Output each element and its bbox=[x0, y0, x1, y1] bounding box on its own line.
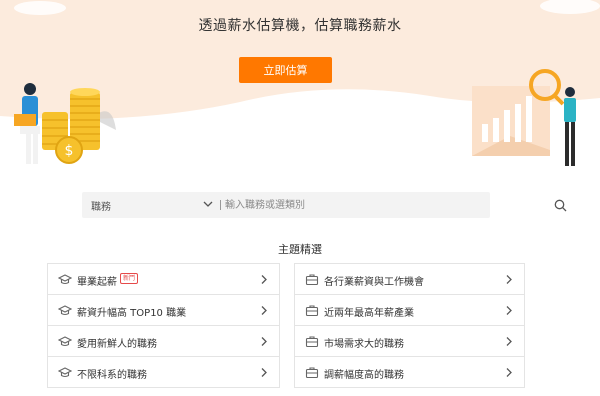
topic-label: 愛用新鮮人的職務 bbox=[77, 339, 157, 350]
chevron-right-icon bbox=[261, 337, 267, 346]
topic-label: 薪資升幅高 TOP10 職業 bbox=[77, 308, 187, 319]
topic-label: 近兩年最高年薪產業 bbox=[324, 308, 414, 319]
topic-label: 調薪幅度高的職務 bbox=[324, 370, 404, 381]
graduation-cap-icon bbox=[58, 274, 72, 285]
new-badge: 新鬥 bbox=[120, 273, 139, 284]
chevron-down-icon[interactable] bbox=[202, 198, 214, 210]
topic-item-fresh-graduate-jobs[interactable]: 愛用新鮮人的職務 bbox=[47, 325, 280, 357]
briefcase-icon bbox=[305, 274, 319, 286]
svg-text:$: $ bbox=[65, 143, 74, 159]
graduation-cap-icon bbox=[58, 336, 72, 347]
topic-label: 不限科系的職務 bbox=[77, 370, 147, 381]
job-search-input[interactable] bbox=[225, 196, 545, 214]
topic-item-industry-salary[interactable]: 各行業薪資與工作機會 bbox=[294, 263, 525, 295]
graduation-cap-icon bbox=[58, 367, 72, 378]
topic-item-graduate-salary[interactable]: 畢業起薪 新鬥 bbox=[47, 263, 280, 295]
topic-item-any-major-jobs[interactable]: 不限科系的職務 bbox=[47, 356, 280, 388]
chevron-right-icon bbox=[506, 368, 512, 377]
topic-item-top10-raise[interactable]: 薪資升幅高 TOP10 職業 bbox=[47, 294, 280, 326]
hero-title: 透過薪水估算機，估算職務薪水 bbox=[198, 18, 402, 34]
search-icon[interactable] bbox=[554, 199, 567, 212]
topic-item-top-annual-salary-industry[interactable]: 近兩年最高年薪產業 bbox=[294, 294, 525, 326]
topic-label: 各行業薪資與工作機會 bbox=[324, 277, 424, 288]
search-divider bbox=[220, 200, 221, 210]
graduation-cap-icon bbox=[58, 305, 72, 316]
topic-item-high-raise-jobs[interactable]: 調薪幅度高的職務 bbox=[294, 356, 525, 388]
job-search-bar: 職務 bbox=[82, 192, 567, 218]
hero-banner: $ 透過薪水估算機，估算職務薪水 立即估算 bbox=[0, 0, 600, 170]
topic-label: 市場需求大的職務 bbox=[324, 339, 404, 350]
chevron-right-icon bbox=[261, 368, 267, 377]
category-dropdown-label[interactable]: 職務 bbox=[91, 198, 111, 213]
briefcase-icon bbox=[305, 336, 319, 348]
briefcase-icon bbox=[305, 367, 319, 379]
briefcase-icon bbox=[305, 305, 319, 317]
topic-label: 畢業起薪 bbox=[77, 277, 117, 288]
chevron-right-icon bbox=[506, 275, 512, 284]
estimate-now-button[interactable]: 立即估算 bbox=[239, 57, 332, 83]
topics-section-title: 主題精選 bbox=[278, 243, 322, 256]
chevron-right-icon bbox=[261, 306, 267, 315]
topic-item-high-demand-jobs[interactable]: 市場需求大的職務 bbox=[294, 325, 525, 357]
chevron-right-icon bbox=[506, 306, 512, 315]
chevron-right-icon bbox=[506, 337, 512, 346]
chevron-right-icon bbox=[261, 275, 267, 284]
